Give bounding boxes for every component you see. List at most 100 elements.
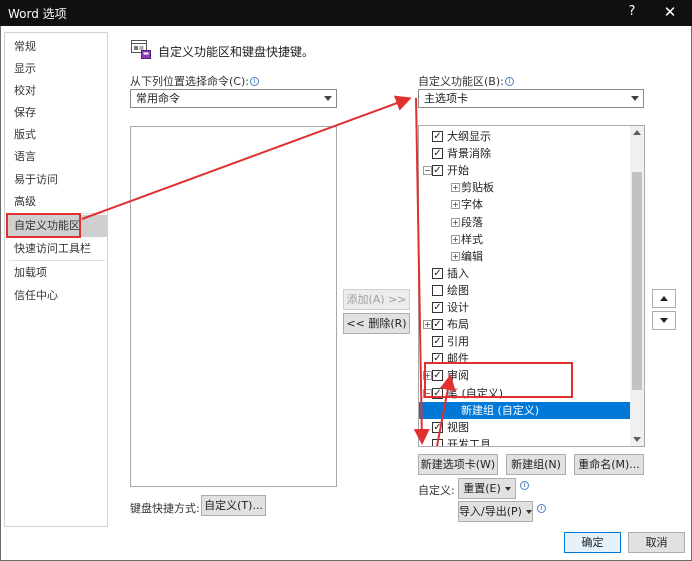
tree-item[interactable]: ✓ 大纲显示 [419,128,631,145]
tree-item[interactable]: + 段落 [419,214,631,231]
tree-item-label: 样式 [461,232,483,246]
cancel-button[interactable]: 取消 [628,532,685,553]
move-up-button[interactable] [652,289,676,308]
tab-checkbox[interactable]: ✓ [432,336,443,348]
chevron-down-icon [525,510,532,514]
collapse-icon[interactable]: − [423,166,432,176]
tree-item[interactable]: ✓ 设计 [419,299,631,316]
tab-checkbox[interactable]: ✓ [432,165,443,177]
nav-item-advanced[interactable]: 高级 [6,191,107,213]
tree-item[interactable]: ✓ 引用 [419,333,631,350]
page-heading: 自定义功能区和键盘快捷键。 [158,45,315,59]
tab-checkbox[interactable]: ✓ [432,387,443,399]
info-icon: i [504,77,514,86]
nav-item-trust-center[interactable]: 信任中心 [6,285,107,307]
tree-item-label: 开发工具 [447,437,491,447]
expand-icon[interactable]: + [451,217,460,227]
expand-icon[interactable]: + [423,320,432,330]
nav-item-quick-access-toolbar[interactable]: 快速访问工具栏 [6,238,107,260]
tree-item-label: 编辑 [461,249,483,263]
info-icon: i [249,77,259,86]
scroll-down-icon[interactable] [633,437,641,442]
tab-checkbox[interactable]: ✓ [432,319,443,331]
remove-button[interactable]: << 删除(R) [343,313,410,334]
expand-icon[interactable]: + [451,234,460,244]
tree-item[interactable]: + ✓ 审阅 [419,367,631,384]
tab-checkbox[interactable]: ✓ [432,421,443,433]
nav-item-accessibility[interactable]: 易于访问 [6,169,107,191]
tree-item[interactable]: + ✓ 布局 [419,316,631,333]
nav-item-language[interactable]: 语言 [6,146,107,168]
rename-button[interactable]: 重命名(M)... [574,454,644,475]
tree-item[interactable]: ✓ 插入 [419,265,631,282]
chevron-down-icon [631,96,639,101]
commands-source-dropdown[interactable]: 常用命令 [130,89,337,108]
tab-checkbox[interactable]: ✓ [432,148,443,160]
ribbon-tabs-dropdown[interactable]: 主选项卡 [418,89,644,108]
chevron-down-icon [504,487,511,491]
nav-item-customize-ribbon[interactable]: 自定义功能区 [6,215,107,237]
import-export-label: 导入/导出(P) [459,505,522,518]
tab-checkbox[interactable] [432,438,443,446]
tree-item-label: 引用 [447,335,469,349]
nav-item-display[interactable]: 显示 [6,58,107,80]
commands-source-label-text: 从下列位置选择命令(C): [130,75,249,88]
tree-scrollbar[interactable] [630,126,644,446]
expand-icon[interactable]: + [423,371,432,381]
tab-checkbox[interactable]: ✓ [432,370,443,382]
tree-item[interactable]: + 剪贴板 [419,179,631,196]
tree-item[interactable]: − ✓ 开始 [419,162,631,179]
commands-source-label: 从下列位置选择命令(C): i [130,73,259,89]
reset-button[interactable]: 重置(E) [458,478,516,499]
tree-item-label: 插入 [447,266,469,280]
import-export-button[interactable]: 导入/导出(P) [458,501,533,522]
add-button[interactable]: 添加(A) >> [343,289,410,310]
tree-item-label: 字体 [461,198,483,212]
tree-item-label: 布局 [447,318,469,332]
tree-item[interactable]: ✓ 视图 [419,419,631,436]
info-icon: i [520,481,529,490]
ribbon-tabs-value: 主选项卡 [424,92,468,105]
tree-item-label: 设计 [447,301,469,314]
customize-keyboard-button[interactable]: 自定义(T)... [201,495,266,516]
nav-item-save[interactable]: 保存 [6,102,107,124]
tab-checkbox[interactable] [432,284,443,296]
commands-list[interactable] [130,126,337,487]
tree-item-label: 剪贴板 [461,181,494,195]
move-down-button[interactable] [652,311,676,330]
tree-item-label: 背景消除 [447,147,491,161]
tree-item[interactable]: + 样式 [419,231,631,248]
nav-item-proofing[interactable]: 校对 [6,80,107,102]
commands-source-value: 常用命令 [136,92,180,105]
expand-icon[interactable]: + [451,251,460,261]
nav-item-addins[interactable]: 加载项 [6,262,107,284]
tab-checkbox[interactable]: ✓ [432,302,443,313]
tree-item[interactable]: 绘图 [419,282,631,299]
customize-ribbon-icon [131,40,151,59]
tree-item[interactable]: ✓ 背景消除 [419,145,631,162]
expand-icon[interactable]: + [451,183,460,193]
nav-item-typography[interactable]: 版式 [6,124,107,146]
nav-item-general[interactable]: 常规 [6,36,107,58]
customizations-label: 自定义: [418,484,455,497]
ribbon-tree[interactable]: ✓ 大纲显示 ✓ 背景消除 − ✓ 开始 + 剪贴板 + 字体 + 段落 + 样式 + 编辑 ✓ 插入 绘图 ✓ 设计 + ✓… [418,125,645,447]
nav-divider [9,213,105,214]
collapse-icon[interactable]: − [423,388,432,398]
scroll-thumb[interactable] [632,172,642,390]
tree-item[interactable]: + 编辑 [419,248,631,265]
ok-button[interactable]: 确定 [564,532,621,553]
tree-item[interactable]: 开发工具 [419,436,631,447]
tab-checkbox[interactable]: ✓ [432,131,443,142]
tree-item[interactable]: 新建组 (自定义) [419,401,631,419]
tab-checkbox[interactable]: ✓ [432,353,443,365]
close-icon[interactable]: ✕ [660,3,680,23]
help-icon[interactable]: ? [622,4,642,22]
tree-item[interactable]: − ✓ 笔 (自定义) [419,385,631,402]
scroll-up-icon[interactable] [633,130,641,135]
tab-checkbox[interactable]: ✓ [432,267,443,279]
new-group-button[interactable]: 新建组(N) [506,454,566,475]
tree-item[interactable]: + 字体 [419,196,631,213]
new-tab-button[interactable]: 新建选项卡(W) [418,454,498,475]
tree-item[interactable]: ✓ 邮件 [419,350,631,367]
expand-icon[interactable]: + [451,200,460,210]
